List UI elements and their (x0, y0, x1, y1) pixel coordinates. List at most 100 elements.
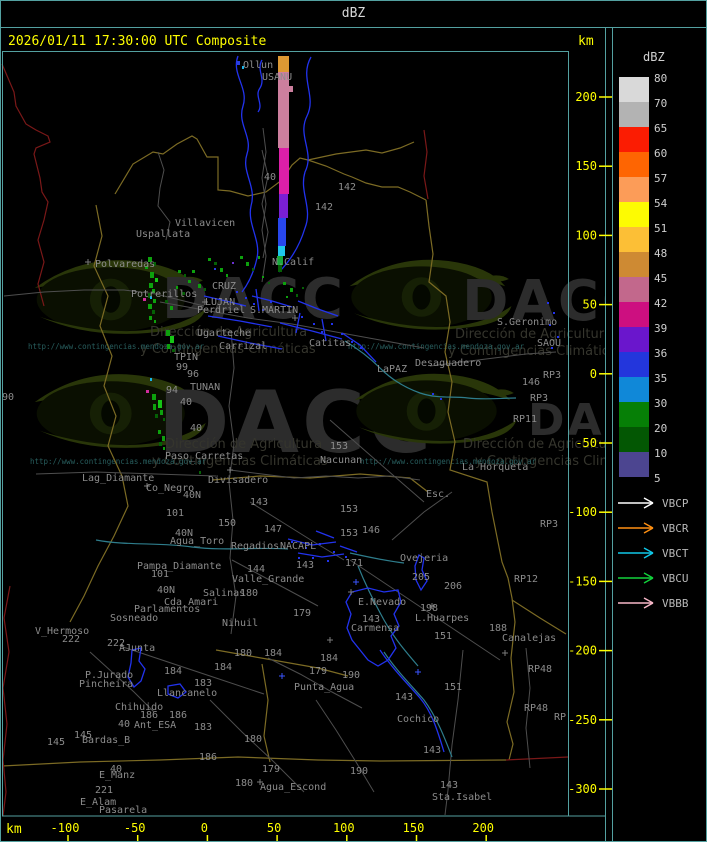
map-label: 184 (320, 653, 338, 664)
map-label: Divisadero (208, 475, 268, 486)
right-axis-label: -50 (575, 436, 597, 450)
echo-streak-segment (278, 56, 289, 72)
map-label: 190 (350, 766, 368, 777)
radar-map-plot: DACCDirección de Agriculturay Contingenc… (1, 28, 612, 842)
road-line (157, 151, 171, 241)
echo-cell (167, 344, 170, 349)
map-label: N.Calif (272, 257, 314, 268)
map-label: NACAPL (280, 541, 316, 552)
colorbar-swatch (619, 302, 649, 327)
map-label: 143 (423, 745, 441, 756)
right-axis-label: 200 (575, 90, 597, 104)
colorbar-tick-label: 70 (654, 97, 668, 110)
echo-cell (152, 310, 155, 314)
colorbar-swatch (619, 427, 649, 452)
map-label: Paso_Carretas (165, 451, 243, 462)
colorbar-tick-label: 36 (654, 347, 668, 360)
echo-cell (268, 282, 270, 284)
echo-cell (232, 262, 234, 264)
legend-panel: dBZ 80 70 65 60 57 54 51 48 45 42 39 36 35 30 20 10 5 VB… (612, 28, 707, 841)
colorbar-tick-label: 45 (654, 272, 668, 285)
map-label: 151 (444, 682, 462, 693)
vector-label: VBCP (662, 496, 689, 510)
international-boundary (505, 756, 569, 761)
map-label: 179 (309, 666, 327, 677)
dacc-watermark-line1: Dirección de Agricultura (165, 437, 322, 452)
echo-cell (204, 288, 206, 291)
colorbar-swatch (619, 152, 649, 177)
colorbar-swatch (619, 327, 649, 352)
echo-cell (163, 447, 165, 450)
map-label: S.Geronimo (497, 317, 557, 328)
echo-cell (155, 278, 158, 282)
map-label: 143 (296, 560, 314, 571)
map-label: L.Huarpes (415, 613, 469, 624)
map-label: Ant_ESA (134, 720, 176, 731)
map-label: RP3 (543, 370, 561, 381)
canal-dot (327, 560, 329, 562)
map-label: S.MARTIN (250, 305, 298, 316)
station-plus-marker (279, 673, 285, 679)
unit-label-km-top: km (578, 34, 594, 49)
echo-cell (170, 336, 174, 343)
map-label: 96 (187, 369, 199, 380)
map-label: E_Manz (99, 770, 135, 781)
canal-dot (301, 316, 303, 318)
echo-cell (165, 300, 168, 303)
colorbar-swatch (619, 252, 649, 277)
canal-dot (440, 398, 442, 400)
river-blue (339, 545, 358, 553)
map-label: 205 (412, 572, 430, 583)
colorbar-tick-label: 51 (654, 222, 668, 235)
map-label: Bardas_B (82, 735, 130, 746)
map-label: 221 (95, 785, 113, 796)
echo-cell (258, 256, 260, 259)
vector-arrow-icon (618, 547, 654, 559)
map-label: 184 (264, 648, 282, 659)
echo-cell (237, 61, 240, 65)
bottom-axis-label: 150 (403, 821, 425, 835)
echo-cell (246, 262, 249, 266)
map-label: USANU (262, 72, 292, 83)
vector-legend-row: VBCT (617, 546, 689, 560)
map-label: Villavicen (175, 218, 235, 229)
map-label: 143 (250, 497, 268, 508)
station-plus-marker (353, 579, 359, 585)
vector-arrow-icon (618, 572, 654, 584)
colorbar-tick-label: 65 (654, 122, 668, 135)
map-label: 184 (164, 666, 182, 677)
echo-cell (160, 410, 163, 415)
map-label: 40N (157, 585, 175, 596)
vector-label: VBCT (662, 546, 689, 560)
colorbar-tick-label: 30 (654, 397, 668, 410)
echo-cell (152, 394, 156, 400)
colorbar-tick-label: 48 (654, 247, 668, 260)
colorbar-swatch (619, 452, 649, 477)
colorbar-tick-label: 42 (654, 297, 668, 310)
map-label: Canalejas (502, 633, 556, 644)
echo-streak-segment (278, 218, 286, 246)
map-label: 190 (342, 670, 360, 681)
colorbar-tick-label: 60 (654, 147, 668, 160)
map-label: 40 (118, 719, 130, 730)
right-axis-label: -250 (568, 713, 597, 727)
map-label: Polvaredas (95, 259, 155, 270)
map-label: 153 (330, 441, 348, 452)
map-label: 151 (434, 631, 452, 642)
unit-label-km-bottom: km (6, 822, 22, 837)
bottom-axis-label: 200 (472, 821, 494, 835)
map-label: 186 (199, 752, 217, 763)
colorbar-swatch (619, 352, 649, 377)
dacc-watermark-url: http://www.contingencias.mendoza.gov.ar (28, 342, 205, 351)
map-label: Esc. (426, 489, 450, 500)
echo-cell (290, 288, 293, 292)
colorbar-swatch (619, 277, 649, 302)
right-axis-label: -300 (568, 782, 597, 796)
map-label: 143 (440, 780, 458, 791)
colorbar-tick-label: 80 (654, 72, 668, 85)
bottom-axis-label: 0 (201, 821, 208, 835)
map-label: 180 (240, 588, 258, 599)
map-label: Perdriel (197, 305, 245, 316)
echo-cell (170, 306, 173, 310)
map-label: Desaguadero (415, 358, 481, 369)
